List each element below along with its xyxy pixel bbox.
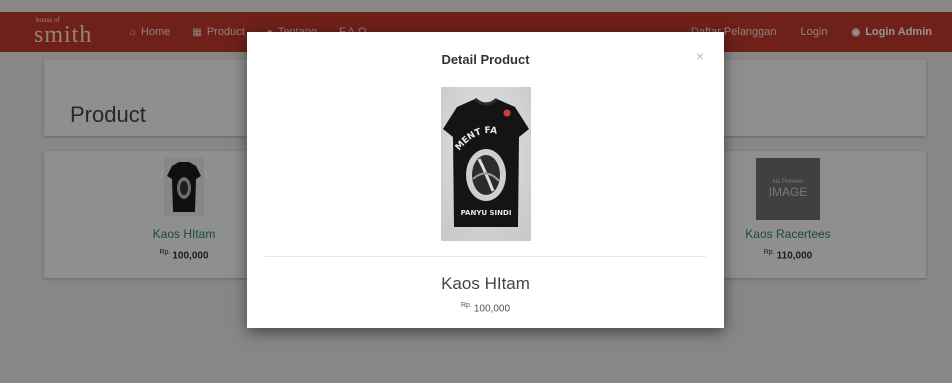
modal-title: Detail Product	[441, 52, 530, 67]
modal-price-value: 100,000	[473, 303, 511, 315]
modal-product-name: Kaos HItam	[441, 274, 530, 293]
modal-product-price: Rp. 100,000	[247, 302, 724, 314]
modal-divider	[265, 256, 706, 257]
modal-currency-label: Rp.	[460, 302, 472, 309]
product-image: MENT FA PANYU SINDI	[441, 87, 531, 241]
shirt-print-bottom: PANYU SINDI	[461, 209, 512, 217]
close-icon[interactable]: ×	[696, 48, 704, 64]
product-detail-modal: Detail Product × MENT FA PANYU SINDI Kao…	[247, 32, 724, 328]
